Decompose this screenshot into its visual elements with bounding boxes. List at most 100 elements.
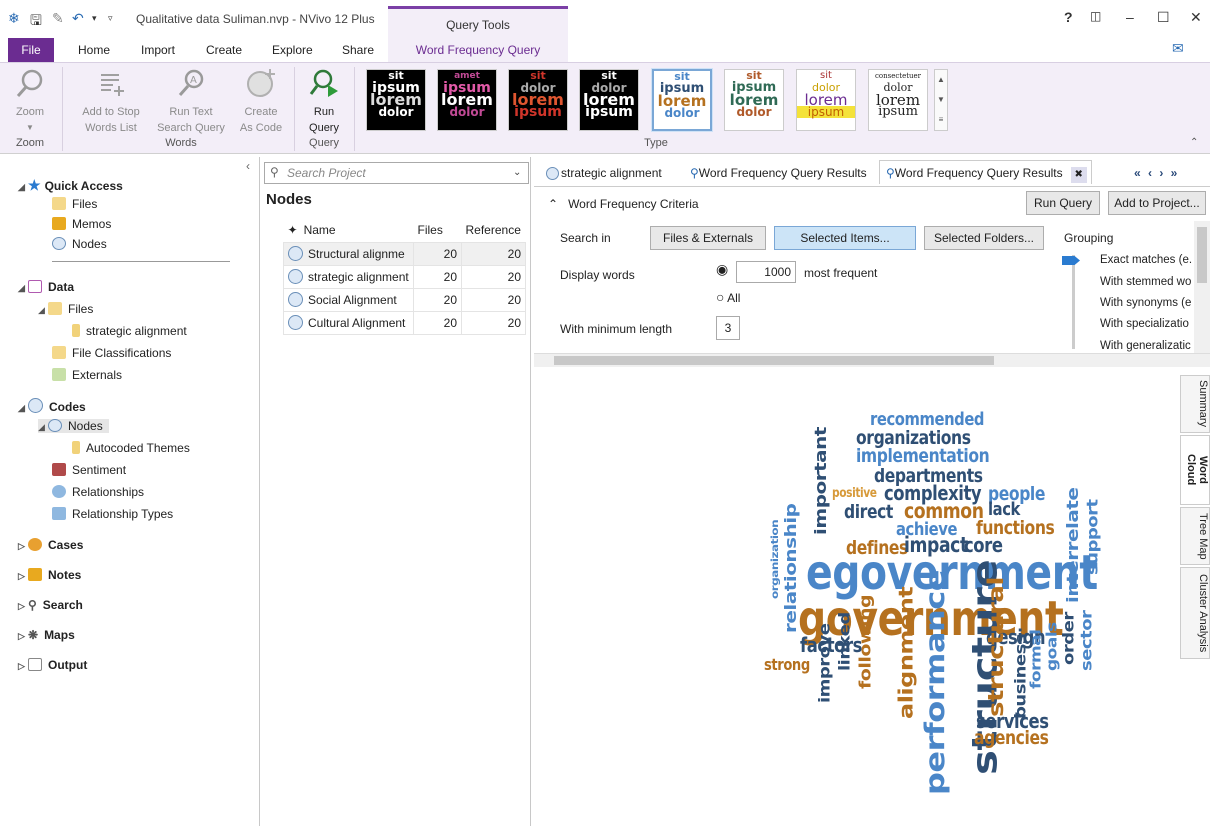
radio-top-selected[interactable]: ◉	[716, 261, 728, 278]
nav-search[interactable]: ▷ ⚲ Search	[18, 598, 83, 612]
tab-file[interactable]: File	[8, 38, 54, 62]
nav-externals[interactable]: Externals	[52, 368, 122, 382]
nav-cases[interactable]: ▷ Cases	[18, 538, 83, 552]
selected-folders-button[interactable]: Selected Folders...	[924, 226, 1044, 250]
close-tab-icon[interactable]: ✖	[1070, 167, 1087, 183]
run-query-button[interactable]: Run Query	[1026, 191, 1100, 215]
cloud-word[interactable]: goals	[1044, 622, 1060, 671]
cloud-word[interactable]: following	[856, 595, 874, 689]
save-icon[interactable]: 🖫	[30, 10, 42, 34]
cloud-word[interactable]: structural	[984, 577, 1009, 717]
collapse-pane-icon[interactable]: ‹	[246, 159, 250, 173]
grouping-slider-track[interactable]	[1072, 255, 1075, 349]
tab-wfq-results-1[interactable]: ⚲Word Frequency Query Results	[684, 161, 873, 185]
table-row[interactable]: strategic alignment 20 20	[283, 264, 526, 289]
nav-codes-nodes[interactable]: ◢ Nodes	[38, 419, 109, 433]
cloud-word[interactable]: business	[1012, 634, 1029, 719]
cloud-word[interactable]: agencies	[974, 729, 1049, 748]
nav-quick-access[interactable]: ◢ ★ Quick Access	[18, 177, 123, 194]
nav-relationships[interactable]: Relationships	[52, 485, 144, 499]
side-tab-summary[interactable]: Summary	[1180, 375, 1210, 433]
cloud-word[interactable]: alignment	[894, 587, 917, 719]
nav-file-strategic-alignment[interactable]: strategic alignment	[72, 324, 187, 338]
wordcloud-style-1[interactable]: sit ipsum lorem dolor	[366, 69, 426, 131]
criteria-header[interactable]: ⌃ Word Frequency Criteria	[548, 197, 699, 211]
cloud-word[interactable]: organization	[769, 520, 780, 599]
edit-icon[interactable]: ✎	[52, 10, 64, 27]
tab-import[interactable]: Import	[131, 38, 185, 62]
zoom-button[interactable]: Zoom ▼	[10, 67, 50, 136]
cloud-word[interactable]: formal	[1028, 630, 1044, 689]
group-option-exact[interactable]: Exact matches (e.	[1100, 254, 1192, 266]
nav-sentiment[interactable]: Sentiment	[52, 463, 126, 477]
tab-wfq-results-2-active[interactable]: ⚲Word Frequency Query Results ✖	[879, 160, 1092, 184]
wordcloud-style-2[interactable]: amet ipsum lorem dolor	[437, 69, 497, 131]
tab-word-frequency-query[interactable]: Word Frequency Query	[388, 38, 568, 62]
nav-qa-files[interactable]: Files	[52, 197, 97, 211]
group-option-generalizations[interactable]: With generalizatic	[1100, 340, 1191, 352]
ribbon-display-icon[interactable]: ◫	[1090, 9, 1101, 23]
nav-qa-nodes[interactable]: Nodes	[52, 237, 107, 251]
side-tab-word-cloud[interactable]: Word Cloud	[1180, 435, 1210, 505]
cloud-word[interactable]: implementation	[856, 447, 990, 466]
criteria-vscrollbar[interactable]	[1194, 221, 1210, 353]
tab-explore[interactable]: Explore	[262, 38, 323, 62]
nav-file-classifications[interactable]: File Classifications	[52, 346, 171, 360]
wordcloud-style-7[interactable]: sit dolor lorem ipsum	[796, 69, 856, 131]
cloud-word[interactable]: order	[1060, 612, 1077, 665]
min-length-input[interactable]: 3	[716, 316, 740, 340]
gallery-scroll[interactable]: ▲ ▼ ≡	[934, 69, 948, 131]
nav-data-files[interactable]: ◢ Files	[38, 302, 93, 316]
tab-share[interactable]: Share	[332, 38, 384, 62]
col-name[interactable]: ✦ Name	[284, 219, 414, 242]
nav-data[interactable]: ◢ Data	[18, 280, 74, 294]
customize-toolbar-icon[interactable]: ▿	[108, 13, 113, 24]
maximize-icon[interactable]: ☐	[1157, 9, 1170, 26]
nav-qa-memos[interactable]: Memos	[52, 217, 111, 231]
cloud-word[interactable]: interrelate	[1062, 488, 1082, 604]
cloud-word[interactable]: important	[810, 427, 830, 535]
cloud-word[interactable]: improve	[816, 624, 833, 704]
wordcloud-style-5-selected[interactable]: sit ipsum lorem dolor	[651, 68, 713, 132]
side-tab-cluster-analysis[interactable]: Cluster Analysis	[1180, 567, 1210, 659]
chevron-down-icon[interactable]: ⌄	[513, 167, 521, 178]
selected-items-button[interactable]: Selected Items...	[774, 226, 916, 250]
cloud-word[interactable]: positive	[832, 487, 877, 500]
close-icon[interactable]: ✕	[1190, 9, 1202, 26]
cloud-word[interactable]: direct	[844, 503, 893, 522]
table-row[interactable]: Structural alignme 20 20	[283, 241, 526, 266]
wordcloud-style-4[interactable]: sit dolor lorem ipsum	[579, 69, 639, 131]
cloud-word[interactable]: linked	[836, 612, 853, 671]
run-text-search-button[interactable]: A Run Text Search Query	[154, 67, 228, 136]
cloud-word[interactable]: sector	[1078, 611, 1095, 671]
tab-strategic-alignment[interactable]: strategic alignment	[540, 161, 668, 185]
run-query-button[interactable]: Run Query	[302, 67, 346, 136]
nav-notes[interactable]: ▷ Notes	[18, 568, 81, 582]
add-to-project-button[interactable]: Add to Project...	[1108, 191, 1206, 215]
table-row[interactable]: Cultural Alignment 20 20	[283, 310, 526, 335]
cloud-word[interactable]: strong	[764, 657, 810, 673]
wordcloud-style-6[interactable]: sit ipsum lorem dolor	[724, 69, 784, 131]
add-to-stop-words-button[interactable]: Add to Stop Words List	[76, 67, 146, 136]
help-button[interactable]: ?	[1064, 9, 1073, 25]
undo-icon[interactable]: ↶	[72, 10, 84, 27]
cloud-word[interactable]: performance	[920, 570, 951, 795]
nav-output[interactable]: ▷ Output	[18, 658, 87, 672]
criteria-hscrollbar[interactable]	[534, 353, 1210, 367]
undo-dropdown-icon[interactable]: ▾	[92, 13, 97, 24]
nav-codes[interactable]: ◢ Codes	[18, 398, 86, 414]
nav-relationship-types[interactable]: Relationship Types	[52, 507, 173, 521]
group-option-stemmed[interactable]: With stemmed wo	[1100, 276, 1191, 288]
wordcloud-style-3[interactable]: sit dolor lorem ipsum	[508, 69, 568, 131]
cloud-word[interactable]: relationship	[780, 504, 800, 634]
word-count-input[interactable]: 1000	[736, 261, 796, 283]
tab-home[interactable]: Home	[68, 38, 120, 62]
feedback-icon[interactable]: ✉	[1172, 40, 1184, 57]
minimize-icon[interactable]: –	[1126, 9, 1134, 25]
cloud-word[interactable]: support	[1084, 499, 1101, 575]
tab-navigation-icons[interactable]: « ‹ › »	[1128, 161, 1185, 185]
collapse-ribbon-icon[interactable]: ⌃	[1190, 137, 1198, 148]
nav-maps[interactable]: ▷ ❋ Maps	[18, 628, 75, 642]
grouping-slider-thumb[interactable]	[1062, 256, 1080, 265]
col-files[interactable]: Files	[414, 219, 462, 242]
